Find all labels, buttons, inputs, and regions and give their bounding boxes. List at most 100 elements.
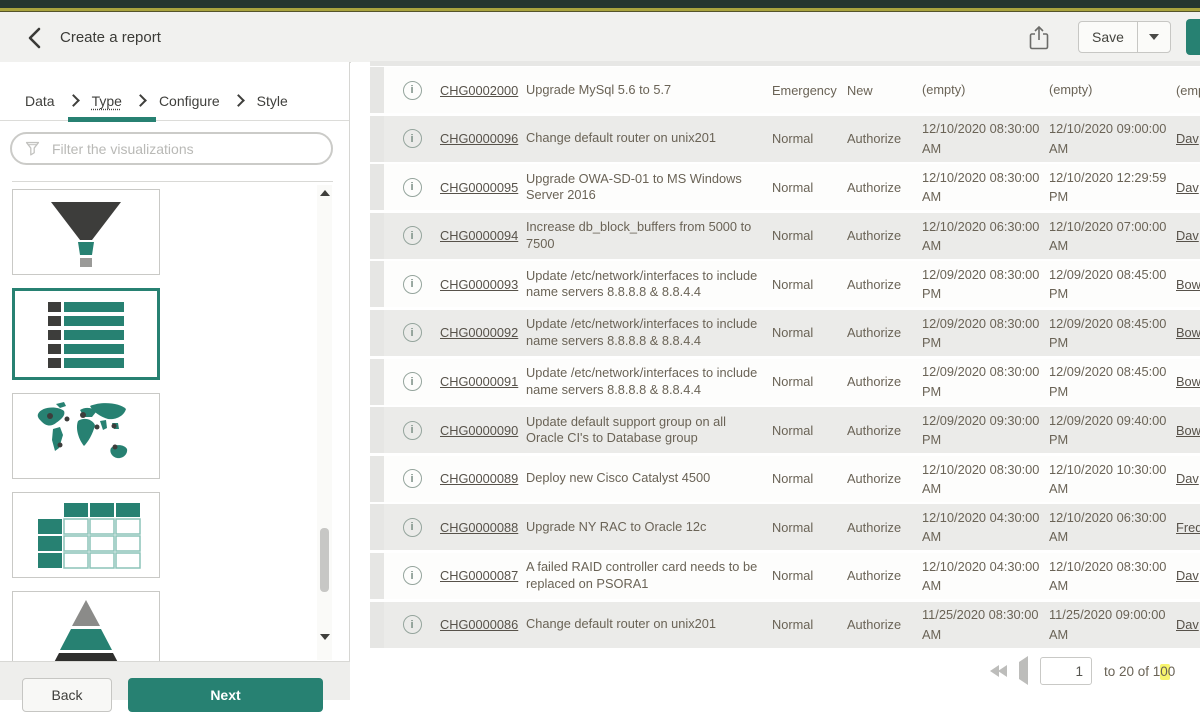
priority-cell: Normal (766, 520, 842, 535)
start-date-cell: 12/09/2020 08:30:00 PM (922, 314, 1049, 352)
info-icon[interactable]: i (403, 226, 422, 245)
assigned-to-link[interactable]: Dav (1176, 131, 1200, 146)
tab-data[interactable]: Data (25, 93, 55, 109)
filter-box (10, 132, 333, 165)
funnel-filter-icon (24, 140, 41, 157)
viz-option-funnel[interactable] (12, 189, 160, 275)
info-icon[interactable]: i (403, 372, 422, 391)
assigned-to-link[interactable]: Bow (1176, 423, 1200, 438)
assigned-to-link[interactable]: Fred (1176, 520, 1200, 535)
info-icon[interactable]: i (403, 566, 422, 585)
info-cell: i (384, 518, 440, 537)
page-number-input[interactable] (1040, 657, 1092, 685)
tab-type[interactable]: Type (92, 93, 122, 109)
primary-action-button-partial[interactable] (1186, 19, 1200, 55)
info-icon[interactable]: i (403, 81, 422, 100)
info-icon[interactable]: i (403, 129, 422, 148)
end-date-cell: 12/09/2020 08:45:00 PM (1049, 265, 1176, 303)
change-number-link[interactable]: CHG0000086 (440, 617, 526, 632)
pagination-bar: to 20 of 100 (990, 657, 1175, 685)
previous-page-button[interactable] (1019, 662, 1028, 680)
assigned-to-link[interactable]: Bow (1176, 277, 1200, 292)
row-gutter (370, 67, 384, 113)
row-gutter (370, 213, 384, 259)
change-number-link[interactable]: CHG0000093 (440, 277, 526, 292)
info-cell: i (384, 129, 440, 148)
state-cell: Authorize (842, 471, 922, 486)
start-date-cell: (empty) (922, 80, 1049, 99)
end-date-cell: 12/10/2020 09:00:00 AM (1049, 119, 1176, 157)
short-description: Update /etc/network/interfaces to includ… (526, 268, 766, 301)
change-number-link[interactable]: CHG0000096 (440, 131, 526, 146)
first-page-button[interactable] (990, 665, 1007, 677)
info-cell: i (384, 178, 440, 197)
priority-cell: Normal (766, 131, 842, 146)
scrollbar-thumb[interactable] (320, 528, 329, 592)
viz-option-pyramid[interactable] (12, 591, 160, 661)
info-icon[interactable]: i (403, 178, 422, 197)
info-icon[interactable]: i (403, 469, 422, 488)
table-row: i CHG0000092Update /etc/network/interface… (370, 310, 1200, 356)
share-button[interactable] (1026, 24, 1052, 52)
change-number-link[interactable]: CHG0000092 (440, 325, 526, 340)
priority-cell: Normal (766, 617, 842, 632)
chevron-right-icon (134, 94, 147, 107)
tab-configure[interactable]: Configure (159, 93, 220, 109)
state-cell: Authorize (842, 520, 922, 535)
short-description: Upgrade MySql 5.6 to 5.7 (526, 82, 766, 99)
info-icon[interactable]: i (403, 323, 422, 342)
arrow-left-icon (1019, 656, 1028, 685)
change-number-link[interactable]: CHG0000087 (440, 568, 526, 583)
list-separator (12, 181, 333, 182)
table-row: i CHG0000089Deploy new Cisco Catalyst 450… (370, 456, 1200, 502)
assigned-to-link[interactable]: Bow (1176, 374, 1200, 389)
viz-option-pivot[interactable] (12, 492, 160, 578)
state-cell: New (842, 83, 922, 98)
priority-cell: Normal (766, 180, 842, 195)
info-cell: i (384, 615, 440, 634)
scroll-down-icon[interactable] (320, 634, 330, 640)
info-icon[interactable]: i (403, 421, 422, 440)
viz-option-list[interactable] (12, 288, 160, 380)
change-number-link[interactable]: CHG0000090 (440, 423, 526, 438)
assigned-to-link[interactable]: Dav (1176, 180, 1200, 195)
assigned-to-link[interactable]: Dav (1176, 471, 1200, 486)
assigned-to-link[interactable]: Dav (1176, 228, 1200, 243)
change-number-link[interactable]: CHG0000088 (440, 520, 526, 535)
info-icon[interactable]: i (403, 615, 422, 634)
change-number-link[interactable]: CHG0000094 (440, 228, 526, 243)
save-split-button: Save (1078, 21, 1171, 53)
tab-style[interactable]: Style (257, 93, 288, 109)
change-number-link[interactable]: CHG0000091 (440, 374, 526, 389)
assigned-to-link[interactable]: Bow (1176, 325, 1200, 340)
save-button[interactable]: Save (1079, 22, 1138, 52)
change-number-link[interactable]: CHG0002000 (440, 83, 526, 98)
change-number-link[interactable]: CHG0000089 (440, 471, 526, 486)
priority-cell: Normal (766, 471, 842, 486)
priority-cell: Normal (766, 277, 842, 292)
info-icon[interactable]: i (403, 518, 422, 537)
table-row: iCHG0000094Increase db_block_buffers fro… (370, 213, 1200, 259)
change-number-link[interactable]: CHG0000095 (440, 180, 526, 195)
assigned-to-link[interactable]: Dav (1176, 617, 1200, 632)
priority-cell: Normal (766, 374, 842, 389)
info-icon[interactable]: i (403, 275, 422, 294)
save-dropdown-button[interactable] (1138, 22, 1170, 52)
back-button[interactable] (22, 24, 50, 52)
table-row: iCHG0000088Upgrade NY RAC to Oracle 12cN… (370, 504, 1200, 550)
end-date-cell: 12/09/2020 09:40:00 PM (1049, 411, 1176, 449)
wizard-next-button[interactable]: Next (128, 678, 323, 712)
assigned-to-link[interactable]: Dav (1176, 568, 1200, 583)
wizard-back-button[interactable]: Back (22, 678, 112, 712)
scroll-up-icon[interactable] (320, 190, 330, 196)
short-description: Update /etc/network/interfaces to includ… (526, 316, 766, 349)
app-header: Create a report Save (0, 12, 1200, 63)
short-description: Change default router on unix201 (526, 616, 766, 633)
row-gutter (370, 261, 384, 307)
viz-option-map[interactable] (12, 393, 160, 479)
start-date-cell: 12/10/2020 06:30:00 AM (922, 217, 1049, 255)
visualization-scrollbar[interactable] (317, 185, 332, 660)
filter-visualizations-input[interactable] (50, 140, 319, 158)
row-gutter (370, 456, 384, 502)
short-description: Deploy new Cisco Catalyst 4500 (526, 470, 766, 487)
